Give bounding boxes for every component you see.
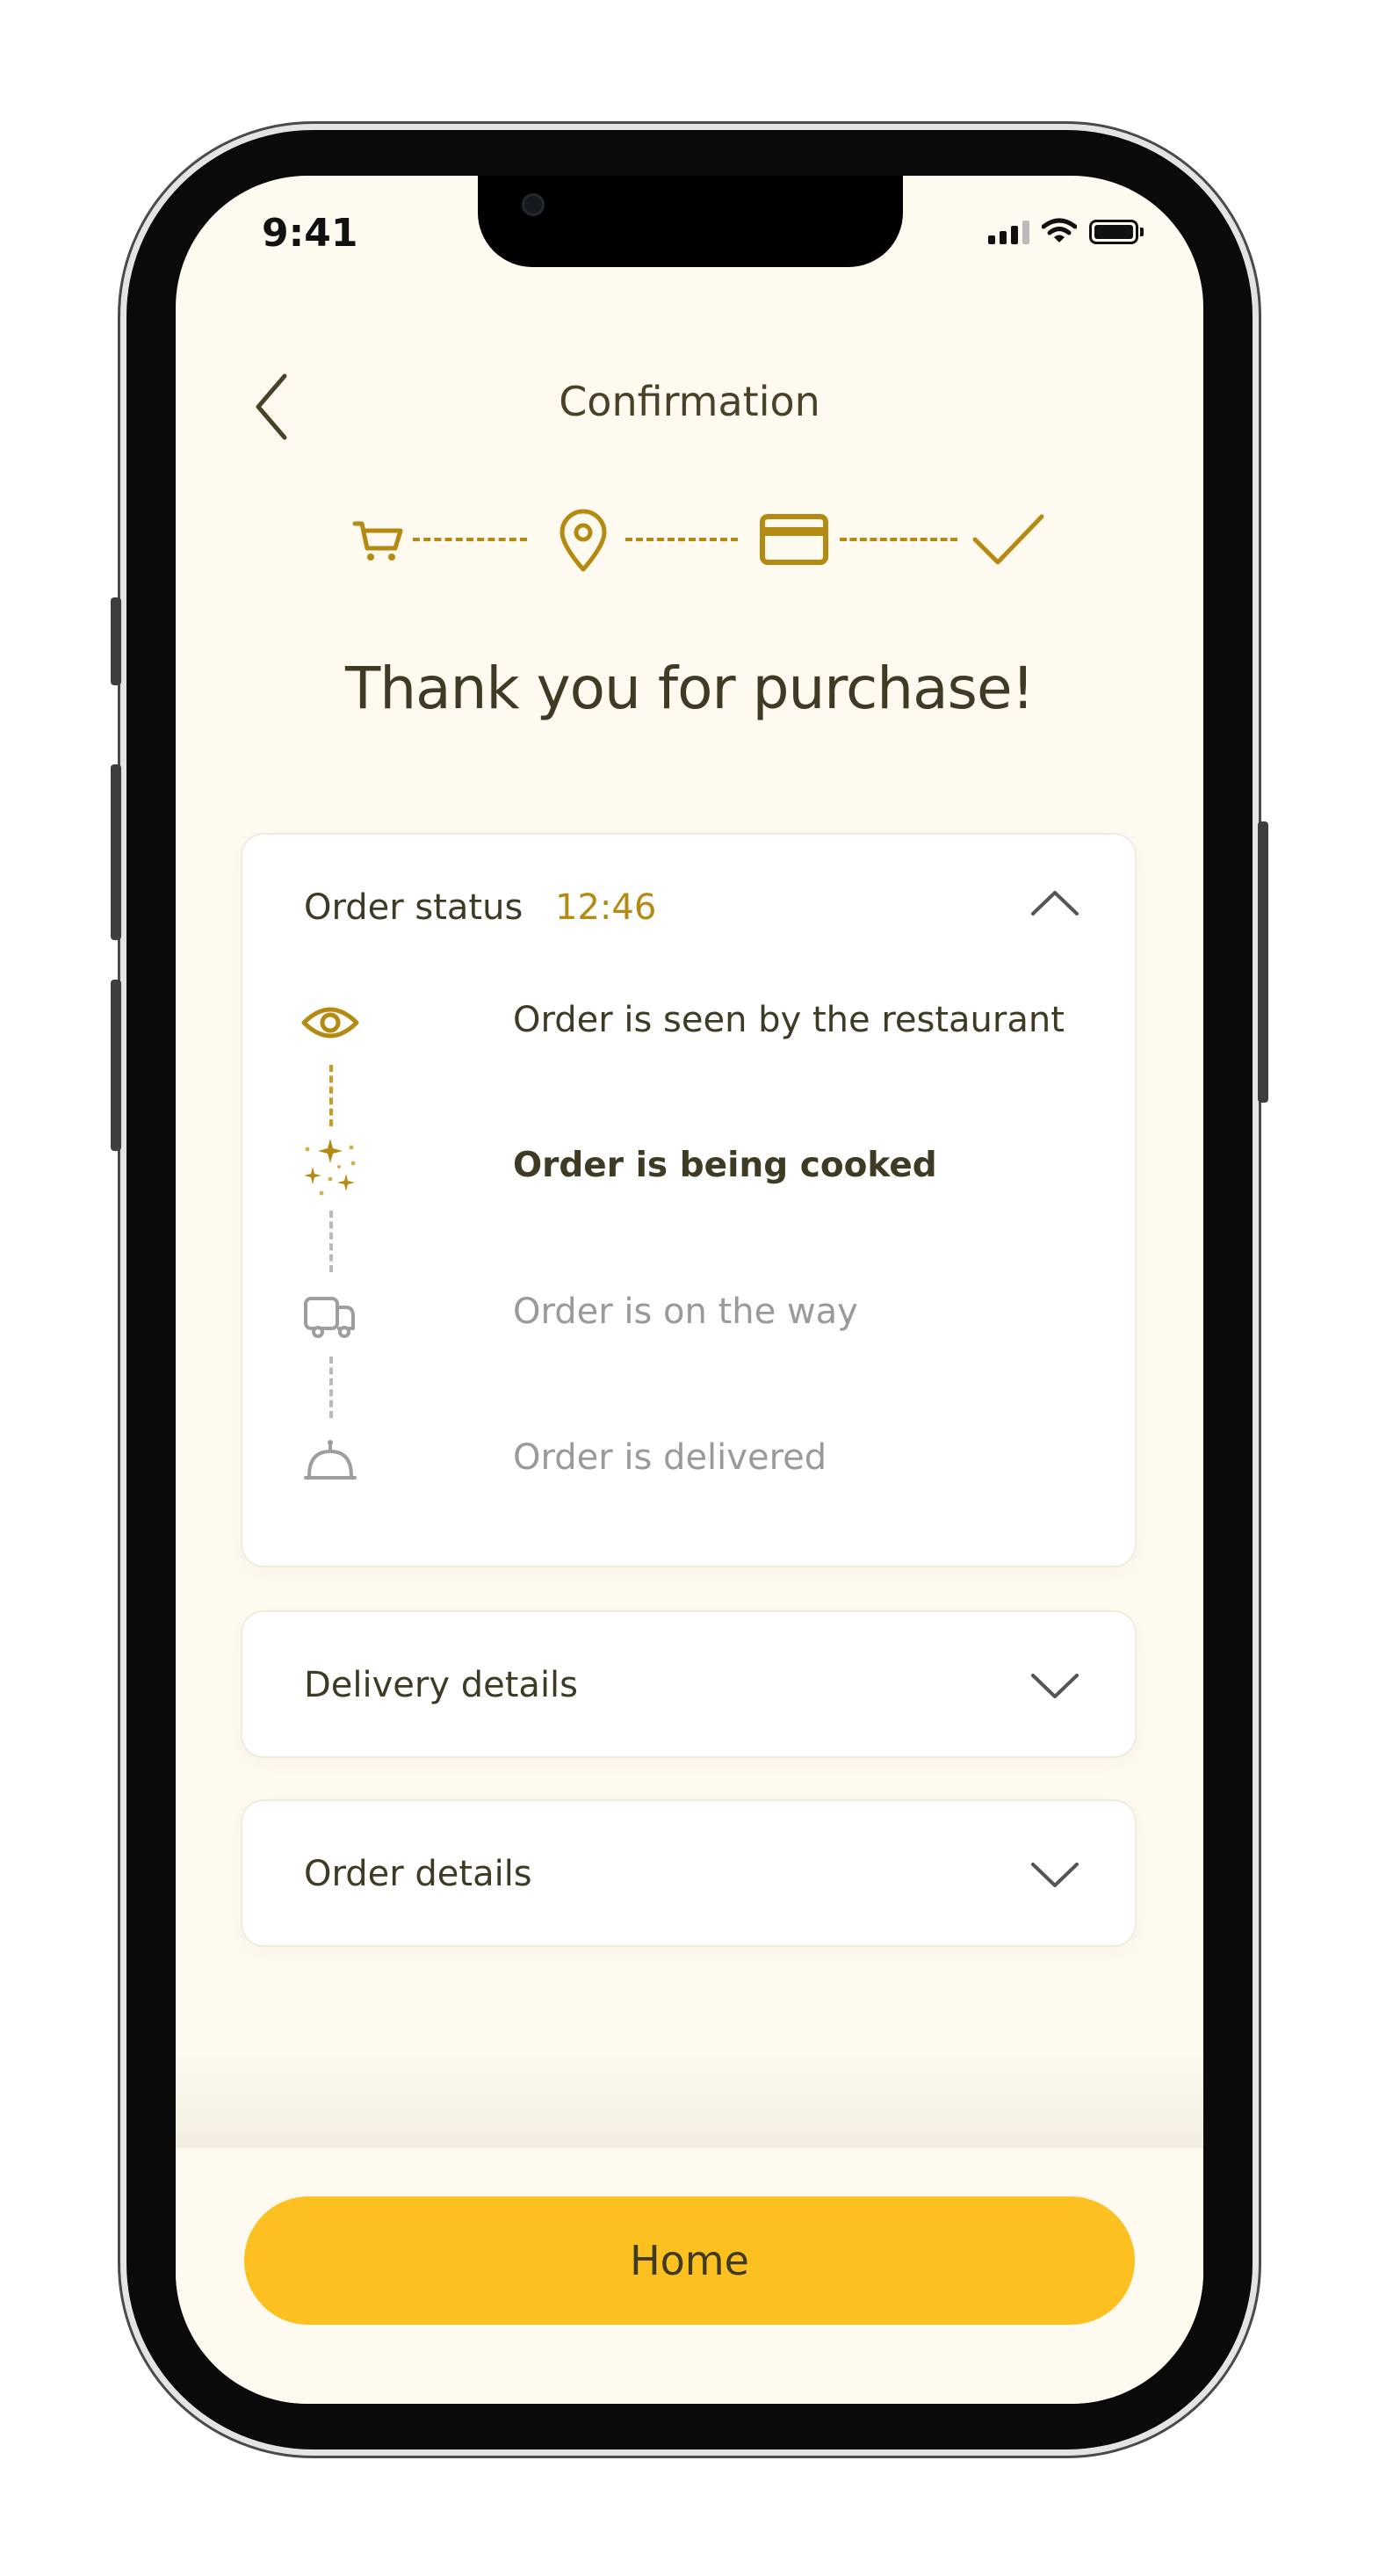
delivery-details-card[interactable]: Delivery details (241, 1610, 1137, 1758)
notch (478, 176, 903, 267)
step-connector (840, 538, 957, 545)
checkout-progress (343, 503, 1045, 582)
status-item-delivered: Order is delivered (295, 1425, 1086, 1495)
chevron-down-icon[interactable] (1029, 1672, 1080, 1702)
order-status-card: Order status 12:46 Order is seen by the … (241, 833, 1137, 1567)
status-item-text: Order is being cooked (513, 1146, 937, 1185)
order-details-card[interactable]: Order details (241, 1799, 1137, 1947)
chevron-down-icon[interactable] (1029, 1861, 1080, 1891)
signal-icon (988, 221, 1029, 244)
cloche-icon (304, 1440, 357, 1480)
step-connector (625, 538, 738, 545)
checkmark-icon (972, 514, 1044, 565)
status-icons (988, 218, 1144, 244)
status-time: 9:41 (262, 211, 358, 256)
delivery-truck-icon (304, 1297, 355, 1338)
delivery-details-label: Delivery details (304, 1665, 579, 1705)
step-connector (413, 538, 527, 545)
status-item-text: Order is seen by the restaurant (513, 1000, 1065, 1040)
location-pin-icon (560, 509, 607, 572)
timeline-connector (329, 1357, 333, 1418)
status-item-text: Order is delivered (513, 1437, 827, 1478)
status-item-on-the-way: Order is on the way (295, 1279, 1086, 1350)
bottom-shadow (176, 2051, 1203, 2148)
home-button-label: Home (630, 2237, 749, 2284)
home-button[interactable]: Home (244, 2196, 1135, 2325)
order-status-time: 12:46 (555, 887, 657, 928)
front-camera (522, 193, 545, 216)
wifi-icon (1042, 218, 1077, 242)
order-details-label: Order details (304, 1854, 532, 1894)
silent-switch (111, 597, 121, 685)
chevron-up-icon[interactable] (1029, 887, 1080, 917)
power-button (1258, 821, 1268, 1103)
volume-up-button (111, 764, 121, 940)
order-status-label: Order status (304, 887, 523, 928)
thank-you-headline: Thank you for purchase! (344, 655, 1035, 722)
page-title: Confirmation (559, 378, 820, 425)
status-item-cooking: Order is being cooked (295, 1133, 1086, 1204)
status-item-text: Order is on the way (513, 1292, 858, 1332)
credit-card-icon (760, 514, 828, 565)
cart-icon (352, 521, 403, 561)
sparkles-icon (304, 1139, 356, 1196)
status-item-seen: Order is seen by the restaurant (295, 988, 1086, 1058)
eye-icon (301, 1007, 359, 1038)
app-screen: 9:41 Confirmation Thank you for purchase… (176, 176, 1203, 2404)
battery-icon (1089, 220, 1138, 244)
timeline-connector (329, 1211, 333, 1272)
volume-down-button (111, 980, 121, 1151)
timeline-connector (329, 1065, 333, 1126)
